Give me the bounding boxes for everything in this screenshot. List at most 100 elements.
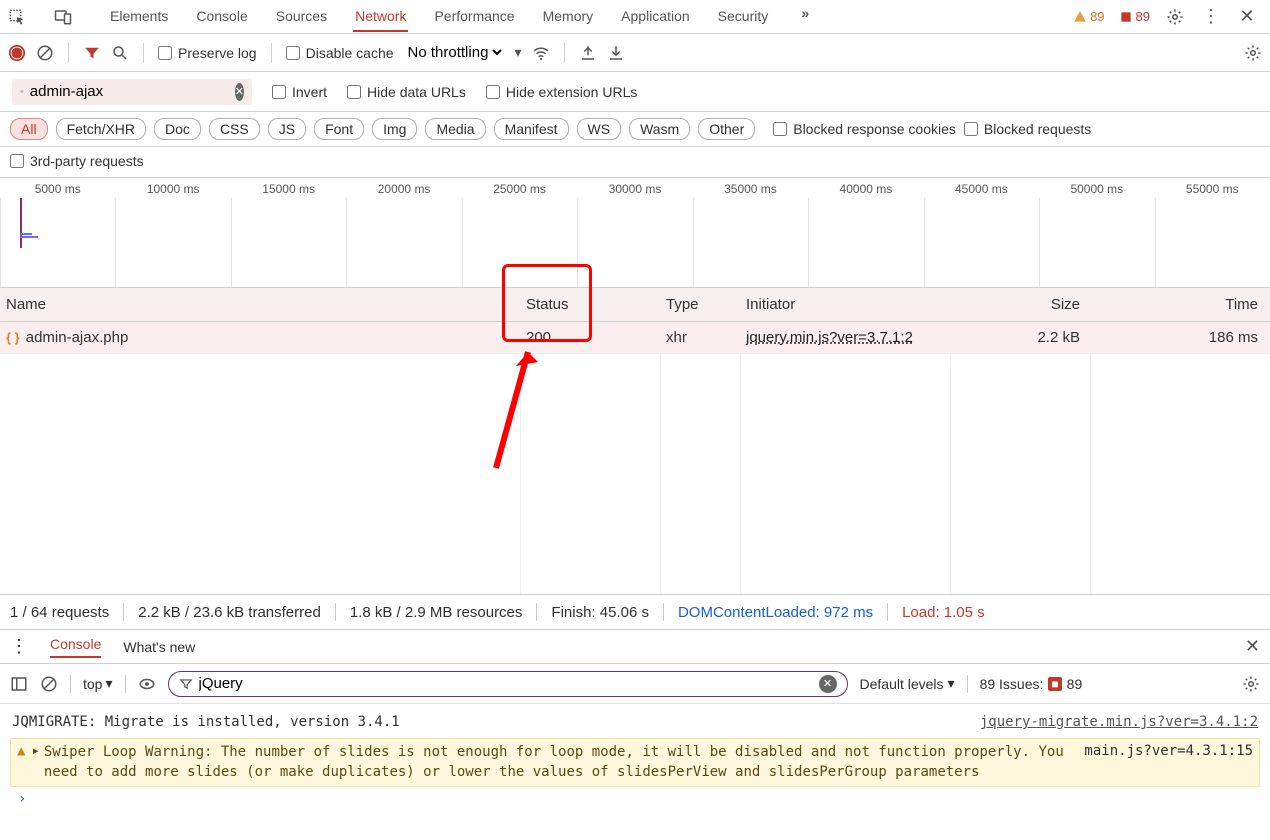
request-time: 186 ms	[1090, 329, 1270, 346]
col-status[interactable]: Status	[520, 296, 660, 313]
blocked-requests-checkbox[interactable]: Blocked requests	[964, 121, 1091, 137]
chip-manifest[interactable]: Manifest	[494, 118, 569, 140]
drawer-tab-whatsnew[interactable]: What's new	[123, 639, 195, 655]
inspect-icon[interactable]	[6, 6, 28, 28]
request-row[interactable]: { }admin-ajax.php 200 xhr jquery.min.js?…	[0, 322, 1270, 354]
warnings-badge[interactable]: 89	[1073, 9, 1104, 24]
third-party-row: 3rd-party requests	[0, 147, 1270, 178]
request-status: 200	[520, 329, 660, 346]
blocked-response-cookies-checkbox[interactable]: Blocked response cookies	[773, 121, 956, 137]
hide-data-urls-checkbox[interactable]: Hide data URLs	[347, 84, 466, 100]
console-settings-icon[interactable]	[1242, 675, 1260, 693]
col-name[interactable]: Name	[0, 296, 520, 313]
col-type[interactable]: Type	[660, 296, 740, 313]
console-prompt[interactable]: ›	[10, 787, 1260, 811]
network-timeline[interactable]: 5000 ms10000 ms15000 ms20000 ms25000 ms3…	[0, 178, 1270, 288]
console-filter-input[interactable]	[199, 675, 813, 692]
col-time[interactable]: Time	[1090, 296, 1270, 313]
chip-wasm[interactable]: Wasm	[629, 118, 690, 140]
console-sidebar-icon[interactable]	[10, 675, 28, 693]
status-load: Load: 1.05 s	[902, 604, 985, 621]
log-levels-select[interactable]: Default levels▾	[860, 675, 955, 692]
export-har-icon[interactable]	[579, 44, 597, 62]
issues-count: 89	[1136, 9, 1150, 24]
kebab-menu-icon[interactable]: ⋮	[1200, 6, 1222, 28]
network-settings-icon[interactable]	[1244, 44, 1262, 62]
filter-input[interactable]	[30, 83, 229, 100]
drawer-menu-icon[interactable]: ⋮	[10, 636, 28, 657]
funnel-icon	[20, 85, 24, 99]
timeline-marker	[20, 198, 22, 248]
drawer-tab-console[interactable]: Console	[50, 636, 101, 658]
col-initiator[interactable]: Initiator	[740, 296, 950, 313]
chevron-down-icon: ▾	[105, 675, 112, 692]
console-context-select[interactable]: top▾	[83, 675, 113, 692]
hide-extension-urls-checkbox[interactable]: Hide extension URLs	[486, 84, 638, 100]
live-expression-icon[interactable]	[138, 675, 156, 693]
request-size: 2.2 kB	[950, 329, 1090, 346]
warning-icon: ▲	[17, 743, 25, 782]
chip-fetch-xhr[interactable]: Fetch/XHR	[56, 118, 146, 140]
console-filter-clear-icon[interactable]: ✕	[819, 675, 837, 693]
status-resources: 1.8 kB / 2.9 MB resources	[350, 604, 523, 621]
throttling-caret-icon: ▾	[515, 44, 522, 61]
xhr-icon: { }	[6, 330, 20, 345]
tab-sources[interactable]: Sources	[274, 2, 329, 32]
request-table-body	[0, 354, 1270, 594]
chip-img[interactable]: Img	[372, 118, 417, 140]
console-warning-line[interactable]: ▲ ▸ Swiper Loop Warning: The number of s…	[10, 738, 1260, 787]
request-table-wrap: Name Status Type Initiator Size Time { }…	[0, 288, 1270, 594]
chevron-down-icon: ▾	[948, 675, 955, 692]
chip-ws[interactable]: WS	[577, 118, 622, 140]
chip-js[interactable]: JS	[268, 118, 306, 140]
import-har-icon[interactable]	[607, 44, 625, 62]
tab-application[interactable]: Application	[619, 2, 692, 32]
record-button[interactable]	[8, 44, 26, 62]
status-requests: 1 / 64 requests	[10, 604, 109, 621]
console-issues-link[interactable]: 89 Issues: ■ 89	[980, 676, 1083, 692]
chip-media[interactable]: Media	[425, 118, 485, 140]
issues-badge[interactable]: 89	[1119, 9, 1150, 24]
settings-icon[interactable]	[1164, 6, 1186, 28]
tab-console[interactable]: Console	[194, 2, 249, 32]
network-status-bar: 1 / 64 requests 2.2 kB / 23.6 kB transfe…	[0, 594, 1270, 630]
clear-button[interactable]	[36, 44, 54, 62]
console-source-link[interactable]: jquery-migrate.min.js?ver=3.4.1:2	[972, 714, 1258, 730]
status-dcl: DOMContentLoaded: 972 ms	[678, 604, 873, 621]
chip-css[interactable]: CSS	[209, 118, 260, 140]
tab-elements[interactable]: Elements	[108, 2, 170, 32]
chip-other[interactable]: Other	[698, 118, 755, 140]
timeline-activity	[20, 233, 38, 239]
funnel-icon	[179, 677, 193, 691]
device-toolbar-icon[interactable]	[52, 6, 74, 28]
third-party-checkbox[interactable]: 3rd-party requests	[10, 153, 1260, 169]
request-initiator-link[interactable]: jquery.min.js?ver=3.7.1:2	[746, 329, 913, 346]
preserve-log-checkbox[interactable]: Preserve log	[158, 45, 257, 61]
throttling-select[interactable]: No throttling	[404, 43, 505, 62]
search-icon[interactable]	[111, 44, 129, 62]
console-source-link[interactable]: main.js?ver=4.3.1:15	[1084, 743, 1253, 782]
warnings-count: 89	[1090, 9, 1104, 24]
chip-all[interactable]: All	[10, 118, 48, 140]
status-finish: Finish: 45.06 s	[551, 604, 649, 621]
col-size[interactable]: Size	[950, 296, 1090, 313]
drawer-tabs: ⋮ Console What's new ✕	[0, 630, 1270, 664]
network-conditions-icon[interactable]	[532, 44, 550, 62]
console-clear-icon[interactable]	[40, 675, 58, 693]
console-log-line[interactable]: JQMIGRATE: Migrate is installed, version…	[10, 710, 1260, 734]
clear-filter-icon[interactable]: ✕	[235, 83, 244, 101]
tab-memory[interactable]: Memory	[541, 2, 596, 32]
filter-toggle-icon[interactable]	[83, 44, 101, 62]
expand-icon[interactable]: ▸	[31, 743, 39, 782]
disable-cache-checkbox[interactable]: Disable cache	[286, 45, 394, 61]
tab-performance[interactable]: Performance	[432, 2, 516, 32]
chip-doc[interactable]: Doc	[154, 118, 201, 140]
tab-security[interactable]: Security	[716, 2, 771, 32]
tab-network[interactable]: Network	[353, 2, 408, 32]
invert-checkbox[interactable]: Invert	[272, 84, 327, 100]
close-devtools-icon[interactable]: ✕	[1236, 6, 1258, 28]
drawer-close-icon[interactable]: ✕	[1245, 636, 1260, 657]
console-output: JQMIGRATE: Migrate is installed, version…	[0, 704, 1270, 817]
chip-font[interactable]: Font	[314, 118, 364, 140]
more-tabs-icon[interactable]: »	[794, 2, 816, 24]
